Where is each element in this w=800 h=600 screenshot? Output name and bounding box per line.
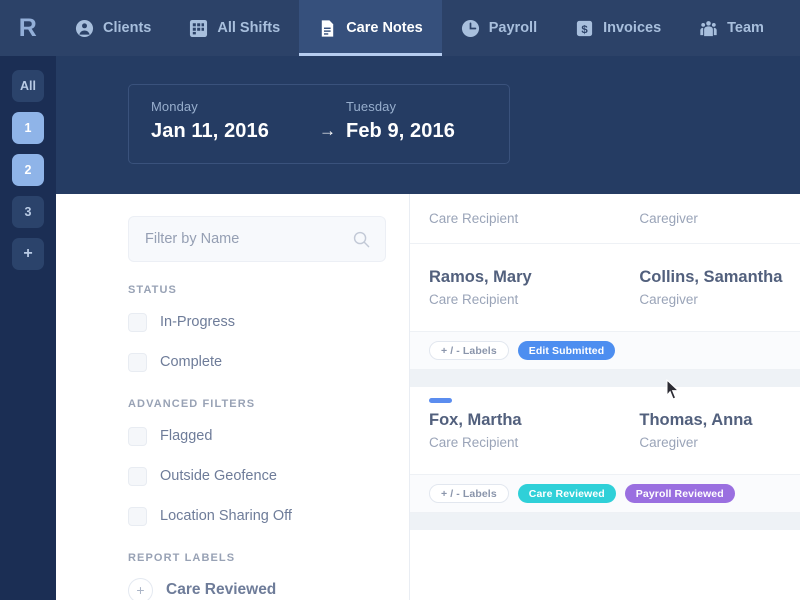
record-details[interactable]: Fox, Martha Care Recipient Thomas, Anna … [410,387,800,475]
checkbox-icon[interactable] [128,507,147,526]
nav-tab-all-shifts[interactable]: All Shifts [170,0,299,56]
recipient-name: Ramos, Mary [429,268,639,287]
filter-checkbox-complete[interactable]: Complete [128,348,383,376]
checkbox-icon[interactable] [128,313,147,332]
nav-tab-label: Team [727,20,764,36]
caregiver-role: Caregiver [639,435,800,450]
checkbox-icon[interactable] [128,467,147,486]
nav-tab-clients[interactable]: Clients [56,0,170,56]
rail-button-add[interactable]: + [12,238,44,270]
grid-calendar-icon [189,19,208,38]
date-range-end: Tuesday Feb 9, 2016 [346,99,455,143]
svg-text:$: $ [581,23,588,35]
filter-checkbox-location-sharing-off[interactable]: Location Sharing Off [128,502,383,530]
filter-group-report-labels-title: REPORT LABELS [128,552,383,564]
record-recipient: Ramos, Mary Care Recipient [429,268,639,307]
caregiver-name: Thomas, Anna [639,411,800,430]
document-icon [318,19,337,38]
search-icon [352,230,371,254]
dollar-icon: $ [575,19,594,38]
start-day-label: Monday [151,99,319,114]
search-input[interactable] [145,231,345,247]
recipient-role: Care Recipient [429,435,639,450]
nav-tab-label: Care Notes [346,20,423,36]
plus-icon[interactable]: + [128,578,153,600]
header-band: Monday Jan 11, 2016 → Tuesday Feb 9, 201… [56,56,800,194]
filter-label: Flagged [160,428,212,444]
record-tag-bar: + / - Labels Edit Submitted [410,332,800,370]
filter-label: Complete [160,354,222,370]
nav-tab-payroll[interactable]: Payroll [442,0,556,56]
filter-label: In-Progress [160,314,235,330]
nav-tab-label: Payroll [489,20,537,36]
clock-icon [461,19,480,38]
list-divider [410,370,800,387]
nav-tab-care-notes[interactable]: Care Notes [299,0,442,56]
end-day-label: Tuesday [346,99,455,114]
report-label-text: Care Reviewed [166,581,276,599]
status-badge-payroll-reviewed[interactable]: Payroll Reviewed [625,484,735,503]
record-marker-bar [429,398,452,403]
status-badge-edit-submitted[interactable]: Edit Submitted [518,341,615,360]
care-notes-list: Care Recipient Caregiver Ramos, Mary Car… [410,194,800,600]
nav-tab-invoices[interactable]: $ Invoices [556,0,680,56]
record-recipient: Fox, Martha Care Recipient [429,411,639,450]
report-label-care-reviewed[interactable]: + Care Reviewed [128,576,383,600]
left-rail: All 1 2 3 + [0,56,56,600]
checkbox-icon[interactable] [128,427,147,446]
list-item[interactable]: Ramos, Mary Care Recipient Collins, Sama… [410,244,800,370]
app-root: R Clients [0,0,800,600]
list-column-headers: Care Recipient Caregiver [410,194,800,244]
top-navigation-bar: R Clients [0,0,800,56]
status-badge-care-reviewed[interactable]: Care Reviewed [518,484,616,503]
date-range-arrow-icon: → [319,121,336,143]
nav-tab-label: All Shifts [217,20,280,36]
start-date-value: Jan 11, 2016 [151,120,319,143]
caregiver-role: Caregiver [639,292,800,307]
app-logo[interactable]: R [0,0,56,56]
filter-label: Outside Geofence [160,468,277,484]
nav-tab-label: Invoices [603,20,661,36]
filter-group-status-title: STATUS [128,284,383,296]
record-caregiver: Thomas, Anna Caregiver [639,411,800,450]
add-remove-labels-button[interactable]: + / - Labels [429,484,509,503]
filter-checkbox-outside-geofence[interactable]: Outside Geofence [128,462,383,490]
date-range-start: Monday Jan 11, 2016 [151,99,319,143]
nav-tab-team[interactable]: Team [680,0,783,56]
column-header-care-recipient: Care Recipient [429,211,639,226]
filter-checkbox-flagged[interactable]: Flagged [128,422,383,450]
rail-button-1[interactable]: 1 [12,112,44,144]
record-details[interactable]: Ramos, Mary Care Recipient Collins, Sama… [410,244,800,332]
recipient-role: Care Recipient [429,292,639,307]
record-tag-bar: + / - Labels Care Reviewed Payroll Revie… [410,475,800,513]
checkbox-icon[interactable] [128,353,147,372]
nav-tab-label: Clients [103,20,151,36]
filter-search-box[interactable] [128,216,386,262]
recipient-name: Fox, Martha [429,411,639,430]
end-date-value: Feb 9, 2016 [346,120,455,143]
user-circle-icon [75,19,94,38]
people-icon [699,19,718,38]
rail-button-2[interactable]: 2 [12,154,44,186]
rail-button-3[interactable]: 3 [12,196,44,228]
filter-checkbox-in-progress[interactable]: In-Progress [128,308,383,336]
list-divider [410,513,800,530]
column-header-caregiver: Caregiver [639,211,800,226]
date-range-card[interactable]: Monday Jan 11, 2016 → Tuesday Feb 9, 201… [128,84,510,164]
list-item[interactable]: Fox, Martha Care Recipient Thomas, Anna … [410,387,800,513]
record-caregiver: Collins, Samantha Caregiver [639,268,800,307]
filter-panel: STATUS In-Progress Complete ADVANCED FIL… [56,194,410,600]
filter-group-advanced-title: ADVANCED FILTERS [128,398,383,410]
filter-label: Location Sharing Off [160,508,292,524]
add-remove-labels-button[interactable]: + / - Labels [429,341,509,360]
caregiver-name: Collins, Samantha [639,268,800,287]
rail-button-all[interactable]: All [12,70,44,102]
